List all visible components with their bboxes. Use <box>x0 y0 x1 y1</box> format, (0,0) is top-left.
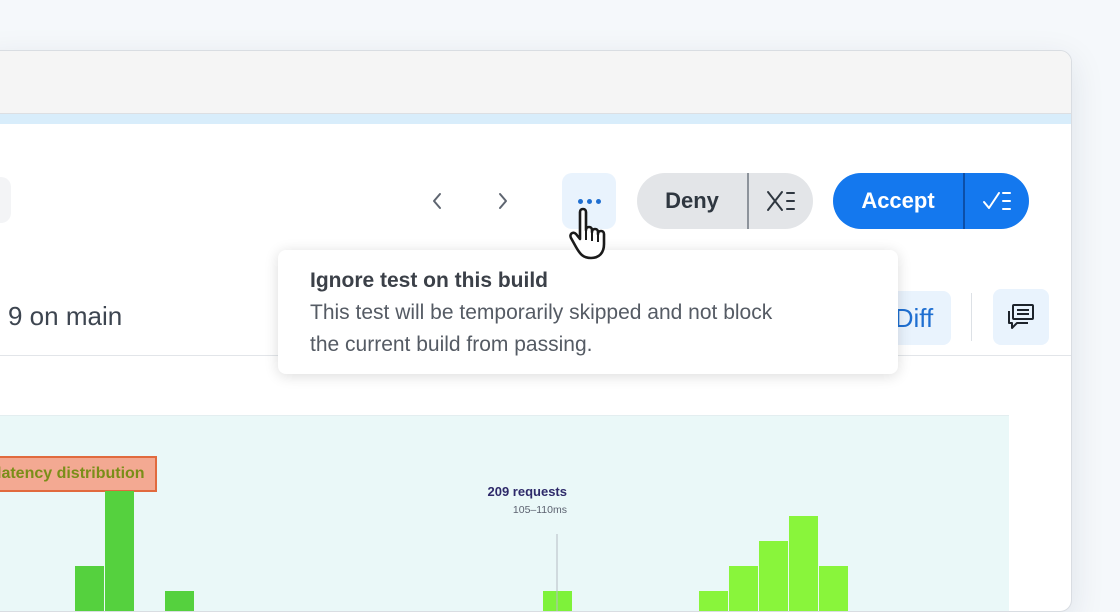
histogram-bar <box>729 566 758 611</box>
deny-button[interactable]: Deny <box>637 173 747 229</box>
histogram-bar <box>165 591 194 611</box>
tooltip-title: Ignore test on this build <box>310 269 548 292</box>
comments-button[interactable] <box>993 289 1049 345</box>
batch-deny-button[interactable] <box>749 173 813 229</box>
deny-button-group: Deny <box>637 173 813 229</box>
next-snapshot-button[interactable] <box>485 185 521 217</box>
histogram-bar <box>789 516 818 611</box>
batch-accept-button[interactable] <box>965 173 1029 229</box>
diff-label: Diff <box>894 302 934 333</box>
chevron-right-icon <box>499 193 507 209</box>
tooltip-body-line-2: the current build from passing. <box>310 333 593 356</box>
snapshot-preview: latency distribution 209 requests 105–11… <box>0 415 1009 611</box>
batch-deny-icon <box>767 191 795 211</box>
accept-button[interactable]: Accept <box>833 173 963 229</box>
search-input-stub[interactable] <box>0 177 11 223</box>
progress-strip <box>0 114 1071 124</box>
more-horizontal-icon <box>576 198 603 204</box>
histogram-bar <box>105 491 134 611</box>
batch-accept-icon <box>983 192 1011 210</box>
comments-icon <box>1008 304 1034 329</box>
histogram-bar <box>75 566 104 611</box>
build-label: l 9 on main <box>0 301 123 331</box>
histogram-bar <box>699 591 728 611</box>
accept-button-group: Accept <box>833 173 1029 229</box>
divider <box>971 293 972 341</box>
chevron-left-icon <box>433 193 441 209</box>
histogram-bar <box>819 566 848 611</box>
tooltip-body-line-1: This test will be temporarily skipped an… <box>310 301 773 324</box>
histogram-chart <box>75 491 848 611</box>
window-titlebar <box>0 51 1071 114</box>
ignore-test-tooltip: Ignore test on this build This test will… <box>278 250 898 374</box>
histogram-bar <box>759 541 788 611</box>
hand-pointer-cursor-icon <box>569 207 606 260</box>
previous-snapshot-button[interactable] <box>419 185 455 217</box>
